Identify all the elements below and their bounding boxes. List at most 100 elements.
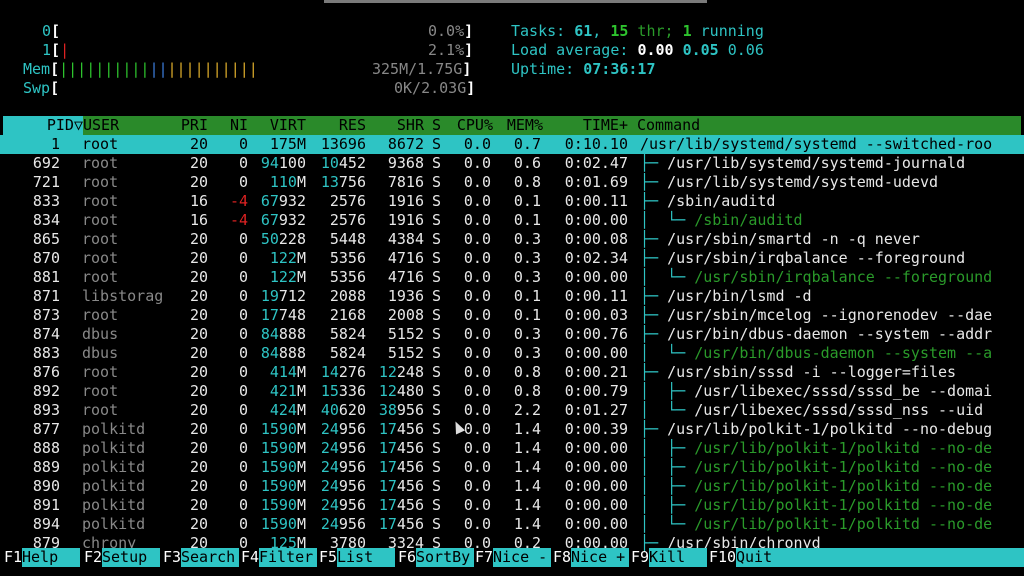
process-user: root	[82, 268, 119, 286]
process-priority: 20	[189, 382, 208, 400]
process-command-text: /usr/sbin/sssd -i --logger=files	[667, 363, 957, 381]
process-priority: 20	[189, 173, 208, 191]
process-res: 5356	[329, 249, 366, 267]
col-ni[interactable]: NI	[210, 116, 248, 135]
process-mem: 0.1	[513, 287, 541, 305]
process-shr: 12480	[378, 382, 424, 400]
process-row[interactable]: 889 polkitd 20 0 1590M 24956 17456 S 0.0 1.4 0:00.…	[0, 458, 1024, 477]
process-state: S	[432, 515, 442, 533]
process-row[interactable]: 892 root 20 0 421M 15336 12480 S 0.0 0.8 0:00.79 │ …	[0, 382, 1024, 401]
process-row[interactable]: 891 polkitd 20 0 1590M 24956 17456 S 0.0 1.4 0:00.…	[0, 496, 1024, 515]
process-res: 5824	[329, 325, 366, 343]
process-cpu: 0.0	[463, 325, 491, 343]
col-shr[interactable]: SHR	[370, 116, 424, 135]
col-virt[interactable]: VIRT	[252, 116, 306, 135]
process-cpu: 0.0	[463, 192, 491, 210]
process-row[interactable]: 894 polkitd 20 0 1590M 24956 17456 S 0.0 1.4 0:00.…	[0, 515, 1024, 534]
fkey-f3[interactable]: F3	[163, 548, 181, 567]
fkey-f1-label[interactable]: Help	[22, 548, 80, 567]
process-nice: 0	[238, 287, 248, 305]
process-res: 15336	[320, 382, 366, 400]
process-user: root	[82, 382, 119, 400]
fkey-f6[interactable]: F6	[398, 548, 416, 567]
col-command[interactable]: Command	[637, 116, 700, 135]
process-command: │ └─ /usr/libexec/sssd/sssd_nss --uid	[640, 401, 983, 420]
process-mem: 2.2	[513, 401, 541, 419]
fkey-f8[interactable]: F8	[553, 548, 571, 567]
process-command-text: /usr/sbin/mcelog --ignorenodev --dae	[667, 306, 993, 324]
tree-branch-icon: │ └─	[640, 344, 695, 362]
col-cpu[interactable]: CPU%	[448, 116, 493, 135]
fkey-f7-label[interactable]: Nice -	[493, 548, 551, 567]
fkey-f2[interactable]: F2	[84, 548, 102, 567]
process-row[interactable]: 833 root 16 -4 67932 2576 1916 S 0.0 0.1 0:00.11 ├─…	[0, 192, 1024, 211]
process-row[interactable]: 877 polkitd 20 0 1590M 24956 17456 S 0.0 1.4 0:00.…	[0, 420, 1024, 439]
process-row[interactable]: 876 root 20 0 414M 14276 12248 S 0.0 0.8 0:00.21 ├─…	[0, 363, 1024, 382]
process-user: root	[82, 154, 119, 172]
process-row[interactable]: 834 root 16 -4 67932 2576 1916 S 0.0 0.1 0:00.00 │ …	[0, 211, 1024, 230]
process-nice: 0	[238, 306, 248, 324]
fkey-f3-label[interactable]: Search	[181, 548, 239, 567]
process-cpu: 0.0	[463, 249, 491, 267]
fkey-f9-label[interactable]: Kill	[649, 548, 707, 567]
process-row[interactable]: 721 root 20 0 110M 13756 7816 S 0.0 0.8 0:01.69 ├─ …	[0, 173, 1024, 192]
process-res: 2088	[329, 287, 366, 305]
fkey-f2-label[interactable]: Setup	[102, 548, 160, 567]
process-nice: 0	[238, 439, 248, 457]
process-row[interactable]: 890 polkitd 20 0 1590M 24956 17456 S 0.0 1.4 0:00.…	[0, 477, 1024, 496]
fkey-f5-label[interactable]: List	[337, 548, 395, 567]
process-command-text: /usr/bin/dbus-daemon --system --addr	[667, 325, 993, 343]
process-row[interactable]: 888 polkitd 20 0 1590M 24956 17456 S 0.0 1.4 0:00.…	[0, 439, 1024, 458]
process-pid: 692	[32, 154, 60, 172]
tree-branch-icon: │ └─	[640, 401, 695, 419]
process-command: ├─ /usr/lib/systemd/systemd-journald	[640, 154, 965, 173]
process-user: root	[82, 173, 119, 191]
process-res: 2576	[329, 192, 366, 210]
col-state[interactable]: S	[432, 116, 441, 135]
swp-usage: 0K/2.03G	[394, 79, 467, 97]
cpu0-percent: 0.0%	[428, 22, 465, 40]
process-state: S	[432, 401, 442, 419]
fkey-f10-label[interactable]: Quit	[736, 548, 1024, 567]
process-row[interactable]: 881 root 20 0 122M 5356 4716 S 0.0 0.3 0:00.00 │ └─…	[0, 268, 1024, 287]
process-user: polkitd	[82, 439, 146, 457]
col-res[interactable]: RES	[312, 116, 366, 135]
process-time: 0:00.03	[564, 306, 628, 324]
process-row[interactable]: 1 root 20 0 175M 13696 8672 S 0.0 0.7 0:10.10/usr/…	[0, 135, 1024, 154]
process-user: polkitd	[82, 458, 146, 476]
process-res: 5356	[329, 268, 366, 286]
process-command-text: /sbin/auditd	[667, 192, 776, 210]
fkey-f1[interactable]: F1	[4, 548, 22, 567]
process-row[interactable]: 883 dbus 20 0 84888 5824 5152 S 0.0 0.3 0:00.00 │ └…	[0, 344, 1024, 363]
process-nice: 0	[238, 458, 248, 476]
fkey-f9[interactable]: F9	[631, 548, 649, 567]
col-mem[interactable]: MEM%	[498, 116, 543, 135]
tree-branch-icon: ├─	[640, 192, 668, 210]
process-mem: 0.3	[513, 249, 541, 267]
fkey-f8-label[interactable]: Nice +	[571, 548, 629, 567]
fkey-f10[interactable]: F10	[709, 548, 736, 567]
fkey-f5[interactable]: F5	[319, 548, 337, 567]
process-row[interactable]: 871 libstorag 20 0 19712 2088 1936 S 0.0 0.1 0:00.…	[0, 287, 1024, 306]
fkey-f7[interactable]: F7	[475, 548, 493, 567]
col-pri[interactable]: PRI	[170, 116, 208, 135]
process-row[interactable]: 874 dbus 20 0 84888 5824 5152 S 0.0 0.3 0:00.76 ├─ …	[0, 325, 1024, 344]
fkey-f4-label[interactable]: Filter	[259, 548, 317, 567]
process-virt: 67932	[260, 211, 306, 229]
col-pid[interactable]: PID▽	[3, 116, 83, 135]
fkey-f4[interactable]: F4	[241, 548, 259, 567]
col-user[interactable]: USER	[83, 116, 119, 135]
process-shr: 1936	[387, 287, 424, 305]
fkey-f6-label[interactable]: SortBy	[416, 548, 474, 567]
process-virt: 1590M	[260, 477, 306, 495]
process-row[interactable]: 870 root 20 0 122M 5356 4716 S 0.0 0.3 0:02.34 ├─ /…	[0, 249, 1024, 268]
process-row[interactable]: 692 root 20 0 94100 10452 9368 S 0.0 0.6 0:02.47 ├─…	[0, 154, 1024, 173]
process-time: 0:00.11	[564, 192, 628, 210]
process-cpu: 0.0	[463, 496, 491, 514]
process-row[interactable]: 893 root 20 0 424M 40620 38956 S 0.0 2.2 0:01.27 │ …	[0, 401, 1024, 420]
col-time[interactable]: TIME+	[548, 116, 628, 135]
process-user: polkitd	[82, 496, 146, 514]
process-state: S	[432, 230, 442, 248]
process-row[interactable]: 865 root 20 0 50228 5448 4384 S 0.0 0.3 0:00.08 ├─ …	[0, 230, 1024, 249]
process-row[interactable]: 873 root 20 0 17748 2168 2008 S 0.0 0.1 0:00.03 ├─ …	[0, 306, 1024, 325]
